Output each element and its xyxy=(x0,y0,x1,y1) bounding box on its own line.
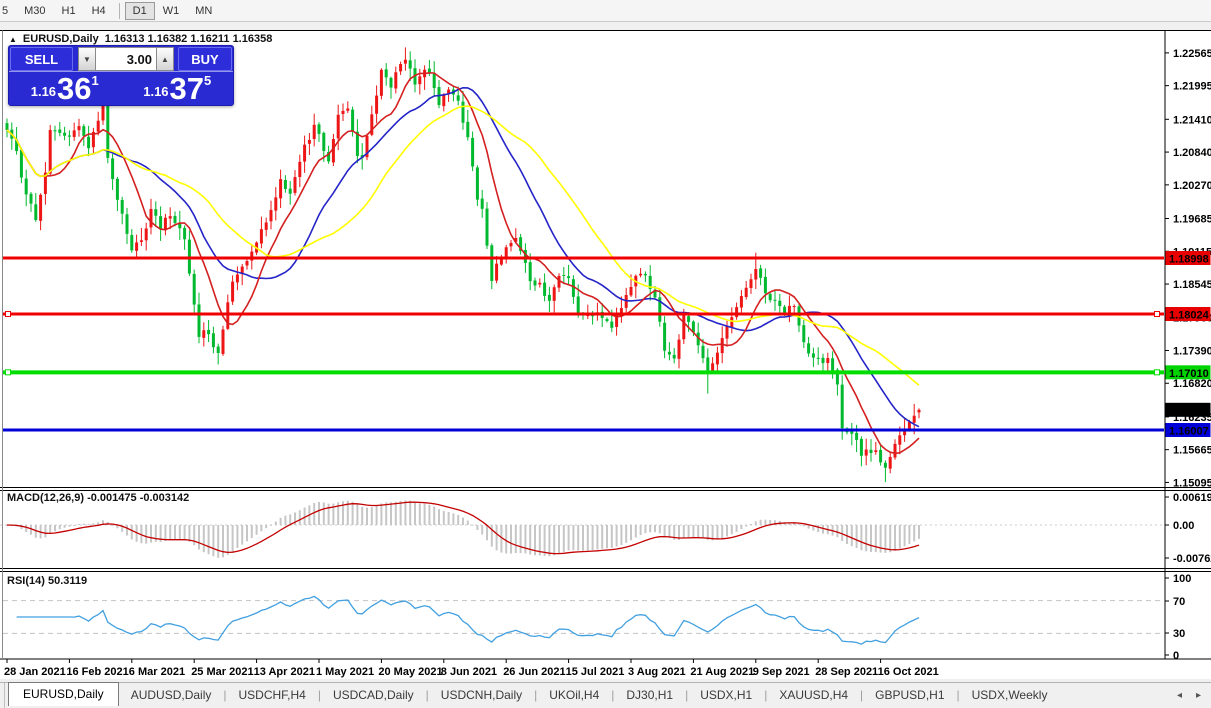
svg-text:70: 70 xyxy=(1173,596,1185,608)
svg-text:1.21995: 1.21995 xyxy=(1173,81,1211,93)
current-price-tag: 1.16358 xyxy=(1165,402,1211,417)
svg-text:28 Jan 2021: 28 Jan 2021 xyxy=(4,666,66,678)
tab-usdcnh-daily[interactable]: USDCNH,Daily xyxy=(429,685,534,705)
bid-big-figure: 36 xyxy=(57,71,92,106)
svg-text:1.16007: 1.16007 xyxy=(1169,426,1209,438)
buy-button[interactable]: BUY xyxy=(178,47,232,71)
tab-usdx-h1[interactable]: USDX,H1 xyxy=(688,685,764,705)
tab-scroll-right-icon[interactable]: ▸ xyxy=(1196,690,1201,701)
rsi-indicator-label: RSI(14) 50.3119 xyxy=(7,575,87,587)
candlestick-chart[interactable]: 1.22565 1.21995 1.21410 1.20840 1.20270 1.196… xyxy=(0,22,1211,682)
svg-text:16 Feb 2021: 16 Feb 2021 xyxy=(66,666,128,678)
svg-text:0.00: 0.00 xyxy=(1173,520,1194,532)
chart-symbol-label: EURUSD,Daily xyxy=(22,33,99,45)
price-tag-1.16007: 1.16007 xyxy=(1165,423,1211,438)
tab-scroll-left-icon[interactable]: ◂ xyxy=(1177,690,1182,701)
chart-window: 1.22565 1.21995 1.21410 1.20840 1.20270 1.196… xyxy=(0,22,1211,682)
svg-text:1.20270: 1.20270 xyxy=(1173,180,1211,192)
tab-xauusd-h4[interactable]: XAUUSD,H4 xyxy=(767,685,860,705)
svg-text:0: 0 xyxy=(1173,650,1179,662)
svg-text:1.15095: 1.15095 xyxy=(1173,477,1211,489)
svg-text:9 Sep 2021: 9 Sep 2021 xyxy=(753,666,810,678)
timeframe-button-h1[interactable]: H1 xyxy=(54,2,84,20)
svg-text:1.20840: 1.20840 xyxy=(1173,147,1211,159)
svg-text:30: 30 xyxy=(1173,628,1185,640)
svg-text:1.18545: 1.18545 xyxy=(1173,279,1211,291)
chart-tab-bar: EURUSD,Daily AUDUSD,Daily | USDCHF,H4 | USDCA… xyxy=(0,682,1211,708)
svg-text:1.17390: 1.17390 xyxy=(1173,345,1211,357)
timeframe-button-5[interactable]: 5 xyxy=(0,2,16,20)
chart-title: ▲ EURUSD,Daily 1.16313 1.16382 1.16211 1… xyxy=(9,33,272,45)
svg-text:8 Jun 2021: 8 Jun 2021 xyxy=(441,666,497,678)
collapse-panel-icon[interactable]: ▲ xyxy=(9,35,17,44)
one-click-trading-panel: SELL ▼ ▲ BUY 1.16 36 1 1.16 37 5 xyxy=(8,45,234,106)
svg-text:100: 100 xyxy=(1173,573,1191,585)
svg-text:20 May 2021: 20 May 2021 xyxy=(378,666,442,678)
tab-eurusd-daily[interactable]: EURUSD,Daily xyxy=(8,682,119,706)
bid-small-figure: 1.16 xyxy=(30,84,57,99)
tab-usdchf-h4[interactable]: USDCHF,H4 xyxy=(227,685,318,705)
volume-increase-button[interactable]: ▲ xyxy=(156,47,174,71)
timeframe-toolbar: 5 M30 H1 H4 D1 W1 MN xyxy=(0,0,1211,22)
svg-text:13 Apr 2021: 13 Apr 2021 xyxy=(254,666,315,678)
svg-text:6 Mar 2021: 6 Mar 2021 xyxy=(129,666,185,678)
svg-text:1.16820: 1.16820 xyxy=(1173,378,1211,390)
timeframe-button-w1[interactable]: W1 xyxy=(155,2,188,20)
rsi-value: 50.3119 xyxy=(47,575,88,587)
price-tag-1.18998: 1.18998 xyxy=(1165,251,1211,266)
tab-gbpusd-h1[interactable]: GBPUSD,H1 xyxy=(863,685,956,705)
tab-usdcad-daily[interactable]: USDCAD,Daily xyxy=(321,685,426,705)
macd-indicator-label: MACD(12,26,9) -0.001475 -0.003142 xyxy=(7,492,189,504)
svg-text:16 Oct 2021: 16 Oct 2021 xyxy=(878,666,939,678)
timeframe-button-d1[interactable]: D1 xyxy=(124,1,155,20)
volume-decrease-button[interactable]: ▼ xyxy=(78,47,96,71)
price-tag-1.18024: 1.18024 xyxy=(1165,307,1211,322)
svg-text:1.18024: 1.18024 xyxy=(1169,310,1210,322)
macd-values: -0.001475 -0.003142 xyxy=(87,492,190,504)
svg-text:1.16358: 1.16358 xyxy=(1169,405,1209,417)
ask-big-figure: 37 xyxy=(169,71,205,106)
svg-text:1.22565: 1.22565 xyxy=(1173,48,1211,60)
svg-text:25 Mar 2021: 25 Mar 2021 xyxy=(191,666,253,678)
tab-audusd-daily[interactable]: AUDUSD,Daily xyxy=(119,685,224,705)
ask-small-figure: 1.16 xyxy=(143,84,169,99)
svg-text:1.17010: 1.17010 xyxy=(1169,368,1209,380)
svg-text:1 May 2021: 1 May 2021 xyxy=(316,666,374,678)
svg-text:3 Aug 2021: 3 Aug 2021 xyxy=(628,666,686,678)
ask-price[interactable]: 1.16 37 5 xyxy=(123,72,233,104)
tabs-container: EURUSD,Daily AUDUSD,Daily | USDCHF,H4 | USDCA… xyxy=(8,682,1060,706)
volume-input[interactable] xyxy=(96,47,156,71)
svg-text:26 Jun 2021: 26 Jun 2021 xyxy=(503,666,565,678)
svg-text:1.18998: 1.18998 xyxy=(1169,254,1209,266)
macd-name: MACD(12,26,9) xyxy=(7,492,85,504)
timeframe-button-h4[interactable]: H4 xyxy=(84,2,114,20)
sell-button[interactable]: SELL xyxy=(10,47,73,71)
rsi-name: RSI(14) xyxy=(7,575,45,587)
bid-price[interactable]: 1.16 36 1 xyxy=(10,72,120,104)
tab-ukoil-h4[interactable]: UKOil,H4 xyxy=(537,685,611,705)
svg-text:21 Aug 2021: 21 Aug 2021 xyxy=(690,666,754,678)
svg-text:1.21410: 1.21410 xyxy=(1173,114,1211,126)
tab-bar-grip xyxy=(0,682,5,708)
hline-1.17010[interactable] xyxy=(3,369,1164,376)
svg-text:28 Sep 2021: 28 Sep 2021 xyxy=(815,666,878,678)
svg-text:-0.007621: -0.007621 xyxy=(1173,553,1211,565)
chart-ohlc-values: 1.16313 1.16382 1.16211 1.16358 xyxy=(104,33,273,45)
timeframe-button-m30[interactable]: M30 xyxy=(16,2,53,20)
svg-text:0.006193: 0.006193 xyxy=(1173,492,1211,504)
ask-pipette: 5 xyxy=(204,73,212,88)
svg-text:1.15665: 1.15665 xyxy=(1173,445,1211,457)
toolbar-separator xyxy=(118,2,120,19)
bid-pipette: 1 xyxy=(91,73,99,88)
price-tag-1.17010: 1.17010 xyxy=(1165,365,1211,380)
svg-text:1.19685: 1.19685 xyxy=(1173,213,1211,225)
svg-text:15 Jul 2021: 15 Jul 2021 xyxy=(566,666,625,678)
tab-usdx-weekly[interactable]: USDX,Weekly xyxy=(960,685,1060,705)
timeframe-button-mn[interactable]: MN xyxy=(187,2,220,20)
tab-dj30-h1[interactable]: DJ30,H1 xyxy=(614,685,685,705)
